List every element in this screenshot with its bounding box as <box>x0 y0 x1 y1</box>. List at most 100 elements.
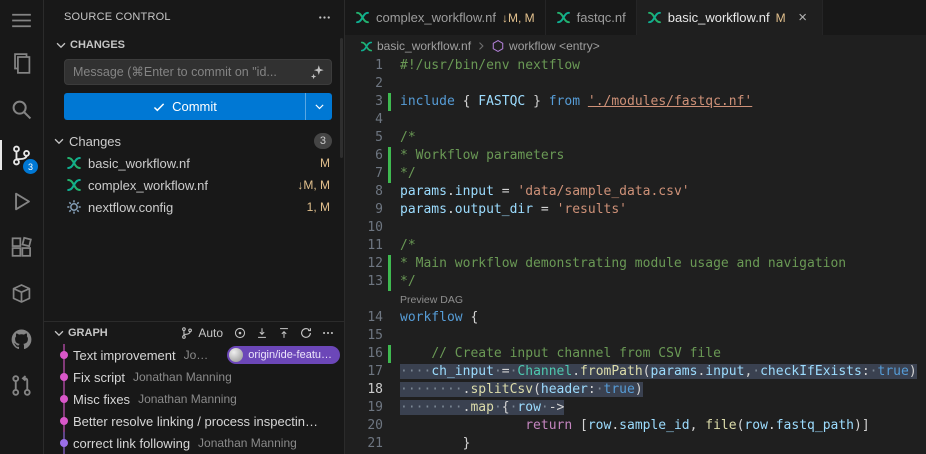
code-line[interactable]: 21 } <box>345 435 926 453</box>
line-number: 12 <box>345 255 383 273</box>
graph-target-icon[interactable] <box>230 323 250 343</box>
activity-source-control[interactable]: 3 <box>0 132 43 178</box>
code-line[interactable]: 15 <box>345 327 926 345</box>
commit-message: Text improvement <box>73 348 176 363</box>
commit-button-main[interactable]: Commit <box>64 93 305 120</box>
changes-section-header[interactable]: CHANGES <box>44 34 344 56</box>
close-icon[interactable]: × <box>794 9 812 27</box>
check-icon <box>152 100 166 114</box>
line-content: * Workflow parameters <box>400 147 926 165</box>
refresh-icon[interactable] <box>296 323 316 343</box>
code-line[interactable]: 8params.input = 'data/sample_data.csv' <box>345 183 926 201</box>
line-number: 1 <box>345 57 383 75</box>
code-line[interactable]: 11/* <box>345 237 926 255</box>
file-name: complex_workflow.nf <box>88 178 208 193</box>
code-line[interactable]: 13*/ <box>345 273 926 291</box>
line-number: 3 <box>345 93 383 111</box>
code-line[interactable]: 6* Workflow parameters <box>345 147 926 165</box>
line-content: // Create input channel from CSV file <box>400 345 926 363</box>
tab-basic_workflow-nf[interactable]: basic_workflow.nfM× <box>637 0 823 35</box>
breadcrumb-file[interactable]: basic_workflow.nf <box>377 39 471 53</box>
commit-author: Jonathan Manning <box>138 392 338 406</box>
activity-pull-request[interactable] <box>0 362 43 408</box>
code-line[interactable]: 12* Main workflow demonstrating module u… <box>345 255 926 273</box>
commit-row[interactable]: correct link followingJonathan Manning <box>44 432 344 454</box>
pull-request-icon <box>10 374 33 397</box>
changes-count-badge: 3 <box>314 133 332 149</box>
activity-extensions[interactable] <box>0 224 43 270</box>
gutter-decoration <box>383 219 400 237</box>
breadcrumb: basic_workflow.nf workflow <entry> <box>345 35 926 57</box>
more-actions-icon[interactable] <box>314 7 334 27</box>
commit-row[interactable]: Better resolve linking / process inspect… <box>44 410 344 432</box>
code-line[interactable]: 7*/ <box>345 165 926 183</box>
graph-section-header[interactable]: GRAPH Auto <box>44 322 344 344</box>
line-number: 20 <box>345 417 383 435</box>
line-number: 7 <box>345 165 383 183</box>
graph-more-actions-icon[interactable] <box>318 323 338 343</box>
graph-rail <box>56 388 73 410</box>
activity-explorer[interactable] <box>0 40 43 86</box>
nextflow-icon <box>66 155 82 171</box>
code-editor[interactable]: 1#!/usr/bin/env nextflow23 include { FAST… <box>345 57 926 454</box>
code-line[interactable]: 10 <box>345 219 926 237</box>
code-line[interactable]: 5/* <box>345 129 926 147</box>
code-line[interactable]: 2 <box>345 75 926 93</box>
activity-package[interactable] <box>0 270 43 316</box>
branch-badge[interactable]: origin/ide-featu… <box>227 346 340 364</box>
editor-tabs: complex_workflow.nf↓M, Mfastqc.nfbasic_w… <box>345 0 926 35</box>
gutter-decoration <box>383 165 400 183</box>
commit-row[interactable]: Fix scriptJonathan Manning <box>44 366 344 388</box>
code-line[interactable]: 4 <box>345 111 926 129</box>
line-number: 13 <box>345 273 383 291</box>
activity-search[interactable] <box>0 86 43 132</box>
activity-menu[interactable] <box>0 0 43 40</box>
activity-github[interactable] <box>0 316 43 362</box>
code-line[interactable]: 20 return [row.sample_id, file(row.fastq… <box>345 417 926 435</box>
codelens-preview-dag[interactable]: Preview DAG <box>345 291 926 309</box>
gear-icon <box>66 199 82 215</box>
commit-dropdown-button[interactable] <box>306 93 332 120</box>
code-line[interactable]: 3 include { FASTQC } from './modules/fast… <box>345 93 926 111</box>
line-number: 17 <box>345 363 383 381</box>
changed-file-row[interactable]: nextflow.config1, M <box>44 196 344 218</box>
activity-run-debug[interactable] <box>0 178 43 224</box>
breadcrumb-symbol[interactable]: workflow <entry> <box>509 39 600 53</box>
gutter-decoration <box>383 345 400 363</box>
tab-complex_workflow-nf[interactable]: complex_workflow.nf↓M, M <box>345 0 546 35</box>
commit-row[interactable]: Text improvementJo…origin/ide-featu… <box>44 344 344 366</box>
chevron-right-icon <box>475 40 487 52</box>
gutter-decoration <box>383 273 400 291</box>
code-line[interactable]: 1#!/usr/bin/env nextflow <box>345 57 926 75</box>
push-icon[interactable] <box>274 323 294 343</box>
commit-dot-icon <box>60 395 68 403</box>
graph-rail <box>56 410 73 432</box>
code-line[interactable]: 18········.splitCsv(header:·true) <box>345 381 926 399</box>
github-icon <box>10 328 33 351</box>
commit-message-input[interactable] <box>64 59 332 85</box>
line-content: include { FASTQC } from './modules/fastq… <box>400 93 926 111</box>
commit-row[interactable]: Misc fixesJonathan Manning <box>44 388 344 410</box>
changed-file-row[interactable]: complex_workflow.nf↓M, M <box>44 174 344 196</box>
sparkle-icon[interactable] <box>310 64 326 80</box>
vscode-window: 3 SOURCE CONTROL CHANGES Commit Chang <box>0 0 926 454</box>
code-line[interactable]: 14workflow { <box>345 309 926 327</box>
source-control-sidebar: SOURCE CONTROL CHANGES Commit Changes 3 <box>44 0 345 454</box>
commit-button[interactable]: Commit <box>64 93 332 120</box>
line-number: 19 <box>345 399 383 417</box>
code-line[interactable]: 9params.output_dir = 'results' <box>345 201 926 219</box>
changed-file-row[interactable]: basic_workflow.nfM <box>44 152 344 174</box>
tab-fastqc-nf[interactable]: fastqc.nf <box>546 0 637 35</box>
changes-tree-header[interactable]: Changes 3 <box>44 130 344 152</box>
code-line[interactable]: 17····ch_input·=·Channel.fromPath(params… <box>345 363 926 381</box>
line-content <box>400 111 926 129</box>
code-line[interactable]: 19········.map·{·row·-> <box>345 399 926 417</box>
commit-author: Jonathan Manning <box>133 370 338 384</box>
commit-message: correct link following <box>73 436 190 451</box>
graph-auto-button[interactable]: Auto <box>175 325 228 341</box>
code-line[interactable]: 16 // Create input channel from CSV file <box>345 345 926 363</box>
sidebar-scrollbar[interactable] <box>340 38 343 158</box>
gutter-decoration <box>383 201 400 219</box>
fetch-icon[interactable] <box>252 323 272 343</box>
gutter-decoration <box>383 111 400 129</box>
